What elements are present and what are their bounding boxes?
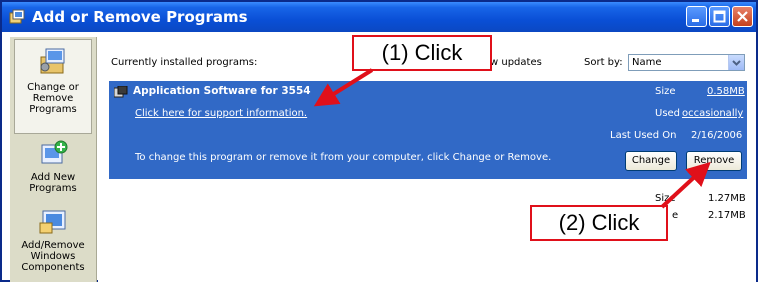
sidebar-item-label: Components bbox=[21, 262, 85, 273]
used-value[interactable]: occasionally bbox=[682, 108, 743, 119]
show-updates-label[interactable]: w updates bbox=[490, 57, 542, 68]
annotation-click-2: (2) Click bbox=[530, 205, 668, 241]
add-remove-programs-icon bbox=[9, 9, 25, 24]
window-title: Add or Remove Programs bbox=[32, 8, 248, 26]
task-sidebar: Change or Remove Programs Add New Progra… bbox=[10, 37, 97, 282]
sidebar-item-label: Change or bbox=[27, 82, 79, 93]
remove-button[interactable]: Remove bbox=[686, 151, 742, 171]
minimize-button[interactable] bbox=[686, 6, 707, 27]
size-value[interactable]: 0.58MB bbox=[707, 86, 745, 97]
installed-programs-label: Currently installed programs: bbox=[111, 57, 258, 68]
sidebar-item-label: Programs bbox=[29, 104, 77, 115]
sidebar-item-add-new[interactable]: Add New Programs bbox=[10, 137, 96, 194]
chevron-down-icon bbox=[732, 60, 741, 66]
last-used-label: Last Used On bbox=[610, 130, 677, 141]
annotation-text: (2) Click bbox=[558, 210, 640, 235]
sidebar-item-label: Remove bbox=[32, 93, 74, 104]
sidebar-item-label: Add/Remove bbox=[21, 240, 85, 251]
size-label: e bbox=[672, 210, 679, 221]
maximize-button[interactable] bbox=[709, 6, 730, 27]
size-label: Size bbox=[655, 86, 676, 97]
close-icon bbox=[737, 11, 748, 22]
sort-by-select[interactable]: Name bbox=[628, 54, 745, 71]
add-remove-windows-components-icon bbox=[39, 210, 66, 234]
size-label: Size bbox=[655, 193, 676, 204]
maximize-icon bbox=[713, 10, 726, 23]
programs-pane: Currently installed programs: w updates … bbox=[98, 37, 756, 282]
size-value: 2.17MB bbox=[708, 210, 746, 221]
sidebar-item-label: Programs bbox=[29, 183, 77, 194]
used-label: Used bbox=[655, 108, 681, 119]
close-button[interactable] bbox=[732, 6, 753, 27]
sort-by-label: Sort by: bbox=[584, 57, 623, 68]
sidebar-item-label: Add New bbox=[30, 172, 76, 183]
add-new-programs-icon bbox=[41, 140, 68, 164]
annotation-click-1: (1) Click bbox=[352, 35, 492, 71]
program-name: Application Software for 3554 bbox=[133, 85, 311, 97]
sidebar-item-change-remove[interactable]: Change or Remove Programs bbox=[10, 39, 96, 134]
change-remove-programs-icon bbox=[40, 48, 65, 74]
sidebar-item-label: Windows bbox=[30, 251, 76, 262]
title-bar[interactable]: Add or Remove Programs bbox=[2, 2, 756, 32]
dropdown-button[interactable] bbox=[728, 55, 744, 70]
support-info-link[interactable]: Click here for support information. bbox=[135, 108, 307, 119]
minimize-icon bbox=[692, 19, 699, 22]
size-value: 1.27MB bbox=[708, 193, 746, 204]
selected-program-row[interactable]: Application Software for 3554 Click here… bbox=[109, 81, 747, 179]
change-remove-hint: To change this program or remove it from… bbox=[135, 152, 552, 163]
title-controls bbox=[686, 6, 753, 27]
change-button[interactable]: Change bbox=[625, 151, 677, 171]
window: Add or Remove Programs Change or Remove … bbox=[0, 0, 758, 282]
program-icon bbox=[114, 86, 128, 98]
last-used-value: 2/16/2006 bbox=[691, 130, 743, 141]
sidebar-item-windows-components[interactable]: Add/Remove Windows Components bbox=[10, 205, 96, 273]
sort-by-value: Name bbox=[632, 57, 662, 68]
annotation-text: (1) Click bbox=[381, 40, 463, 65]
